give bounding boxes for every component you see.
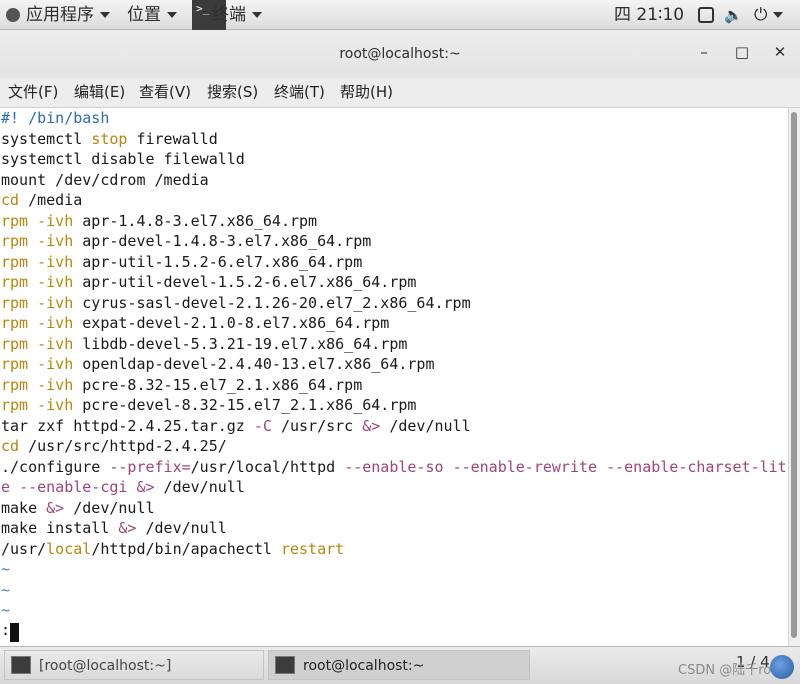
menu-view[interactable]: 查看(V) [139, 78, 191, 108]
applications-label: 应用程序 [26, 5, 94, 25]
terminal-line: rpm -ivh libdb-devel-5.3.21-19.el7.x86_6… [1, 334, 408, 353]
terminal-view[interactable]: #! /bin/bash systemctl stop firewalld sy… [0, 108, 788, 646]
terminal-line: e --enable-cgi &> /dev/null [1, 478, 245, 496]
terminal-line: rpm -ivh openldap-devel-2.4.40-13.el7.x8… [1, 355, 435, 373]
terminal-icon [275, 656, 295, 674]
terminal-line: /usr/local/httpd/bin/apachectl restart [1, 539, 345, 558]
places-label: 位置 [127, 5, 161, 25]
terminal-line: cd /usr/src/httpd-2.4.25/ [1, 437, 227, 455]
terminal-line: rpm -ivh apr-1.4.8-3.el7.x86_64.rpm [1, 211, 318, 230]
menu-file[interactable]: 文件(F) [8, 78, 58, 108]
terminal-text: #! /bin/bash systemctl stop firewalld sy… [1, 108, 787, 621]
terminal-line: ~ [1, 560, 11, 578]
terminal-app-label: 终端 [212, 5, 246, 25]
window-titlebar[interactable]: root@localhost:~ – □ ✕ [0, 30, 800, 78]
taskbar-window-label: [root@localhost:~] [39, 658, 172, 674]
taskbar: [root@localhost:~] root@localhost:~ 1 / … [0, 646, 800, 684]
workspace-icon[interactable] [770, 655, 794, 679]
terminal-line: rpm -ivh apr-devel-1.4.8-3.el7.x86_64.rp… [1, 232, 372, 250]
taskbar-window-button[interactable]: [root@localhost:~] [4, 650, 264, 680]
terminal-line: systemctl stop firewalld [1, 129, 218, 148]
terminal-line: ./configure --prefix=/usr/local/httpd --… [1, 457, 787, 476]
clock-label: 四 21∶10 [614, 5, 685, 25]
close-button[interactable]: ✕ [768, 40, 792, 64]
terminal-line: #! /bin/bash [1, 109, 110, 127]
maximize-button[interactable]: □ [730, 40, 754, 64]
menu-edit[interactable]: 编辑(E) [74, 78, 125, 108]
minimize-button[interactable]: – [692, 40, 716, 64]
taskbar-window-button-active[interactable]: root@localhost:~ [268, 650, 530, 680]
terminal-line: rpm -ivh apr-util-1.5.2-6.el7.x86_64.rpm [1, 252, 363, 271]
window-title: root@localhost:~ [339, 46, 461, 62]
menu-terminal[interactable]: 终端(T) [274, 78, 325, 108]
terminal-line: ~ [1, 580, 11, 599]
terminal-line: ~ [1, 601, 11, 619]
top-panel: 应用程序 位置 >_ 终端 四 21∶10 🔈 ⏻ [0, 0, 800, 30]
scrollbar-thumb[interactable] [791, 112, 797, 638]
terminal-line: make &> /dev/null [1, 498, 155, 517]
chevron-down-icon [252, 12, 262, 18]
terminal-line: make install &> /dev/null [1, 519, 227, 537]
screen-icon[interactable] [698, 7, 714, 23]
menubar: 文件(F) 编辑(E) 查看(V) 搜索(S) 终端(T) 帮助(H) [0, 78, 800, 108]
terminal-line: cd /media [1, 191, 83, 209]
power-icon[interactable]: ⏻ [754, 0, 784, 30]
scrollbar[interactable] [788, 108, 800, 646]
menu-help[interactable]: 帮助(H) [340, 78, 393, 108]
terminal-line: mount /dev/cdrom /media [1, 170, 209, 189]
terminal-icon [11, 656, 31, 674]
text-cursor [10, 623, 19, 642]
vim-command-line: : [1, 621, 11, 639]
chevron-down-icon [167, 12, 177, 18]
chevron-down-icon [100, 12, 110, 18]
terminal-line: rpm -ivh expat-devel-2.1.0-8.el7.x86_64.… [1, 314, 390, 332]
terminal-line: tar zxf httpd-2.4.25.tar.gz -C /usr/src … [1, 416, 471, 435]
watermark: CSDN @陆千roc [678, 663, 779, 678]
taskbar-window-label: root@localhost:~ [303, 658, 425, 674]
apps-icon [6, 8, 20, 22]
volume-icon[interactable]: 🔈 [724, 0, 743, 30]
clock[interactable]: 四 21∶10 [614, 0, 684, 30]
terminal-line: systemctl disable filewalld [1, 150, 245, 168]
terminal-line: rpm -ivh apr-util-devel-1.5.2-6.el7.x86_… [1, 273, 417, 291]
places-menu[interactable]: 位置 [127, 0, 177, 30]
terminal-app-menu[interactable]: 终端 [212, 0, 262, 30]
terminal-line: rpm -ivh pcre-devel-8.32-15.el7_2.1.x86_… [1, 396, 417, 414]
menu-search[interactable]: 搜索(S) [207, 78, 258, 108]
applications-menu[interactable]: 应用程序 [6, 0, 110, 30]
chevron-down-icon [773, 12, 784, 18]
terminal-line: rpm -ivh cyrus-sasl-devel-2.1.26-20.el7_… [1, 293, 471, 312]
terminal-line: rpm -ivh pcre-8.32-15.el7_2.1.x86_64.rpm [1, 375, 363, 394]
